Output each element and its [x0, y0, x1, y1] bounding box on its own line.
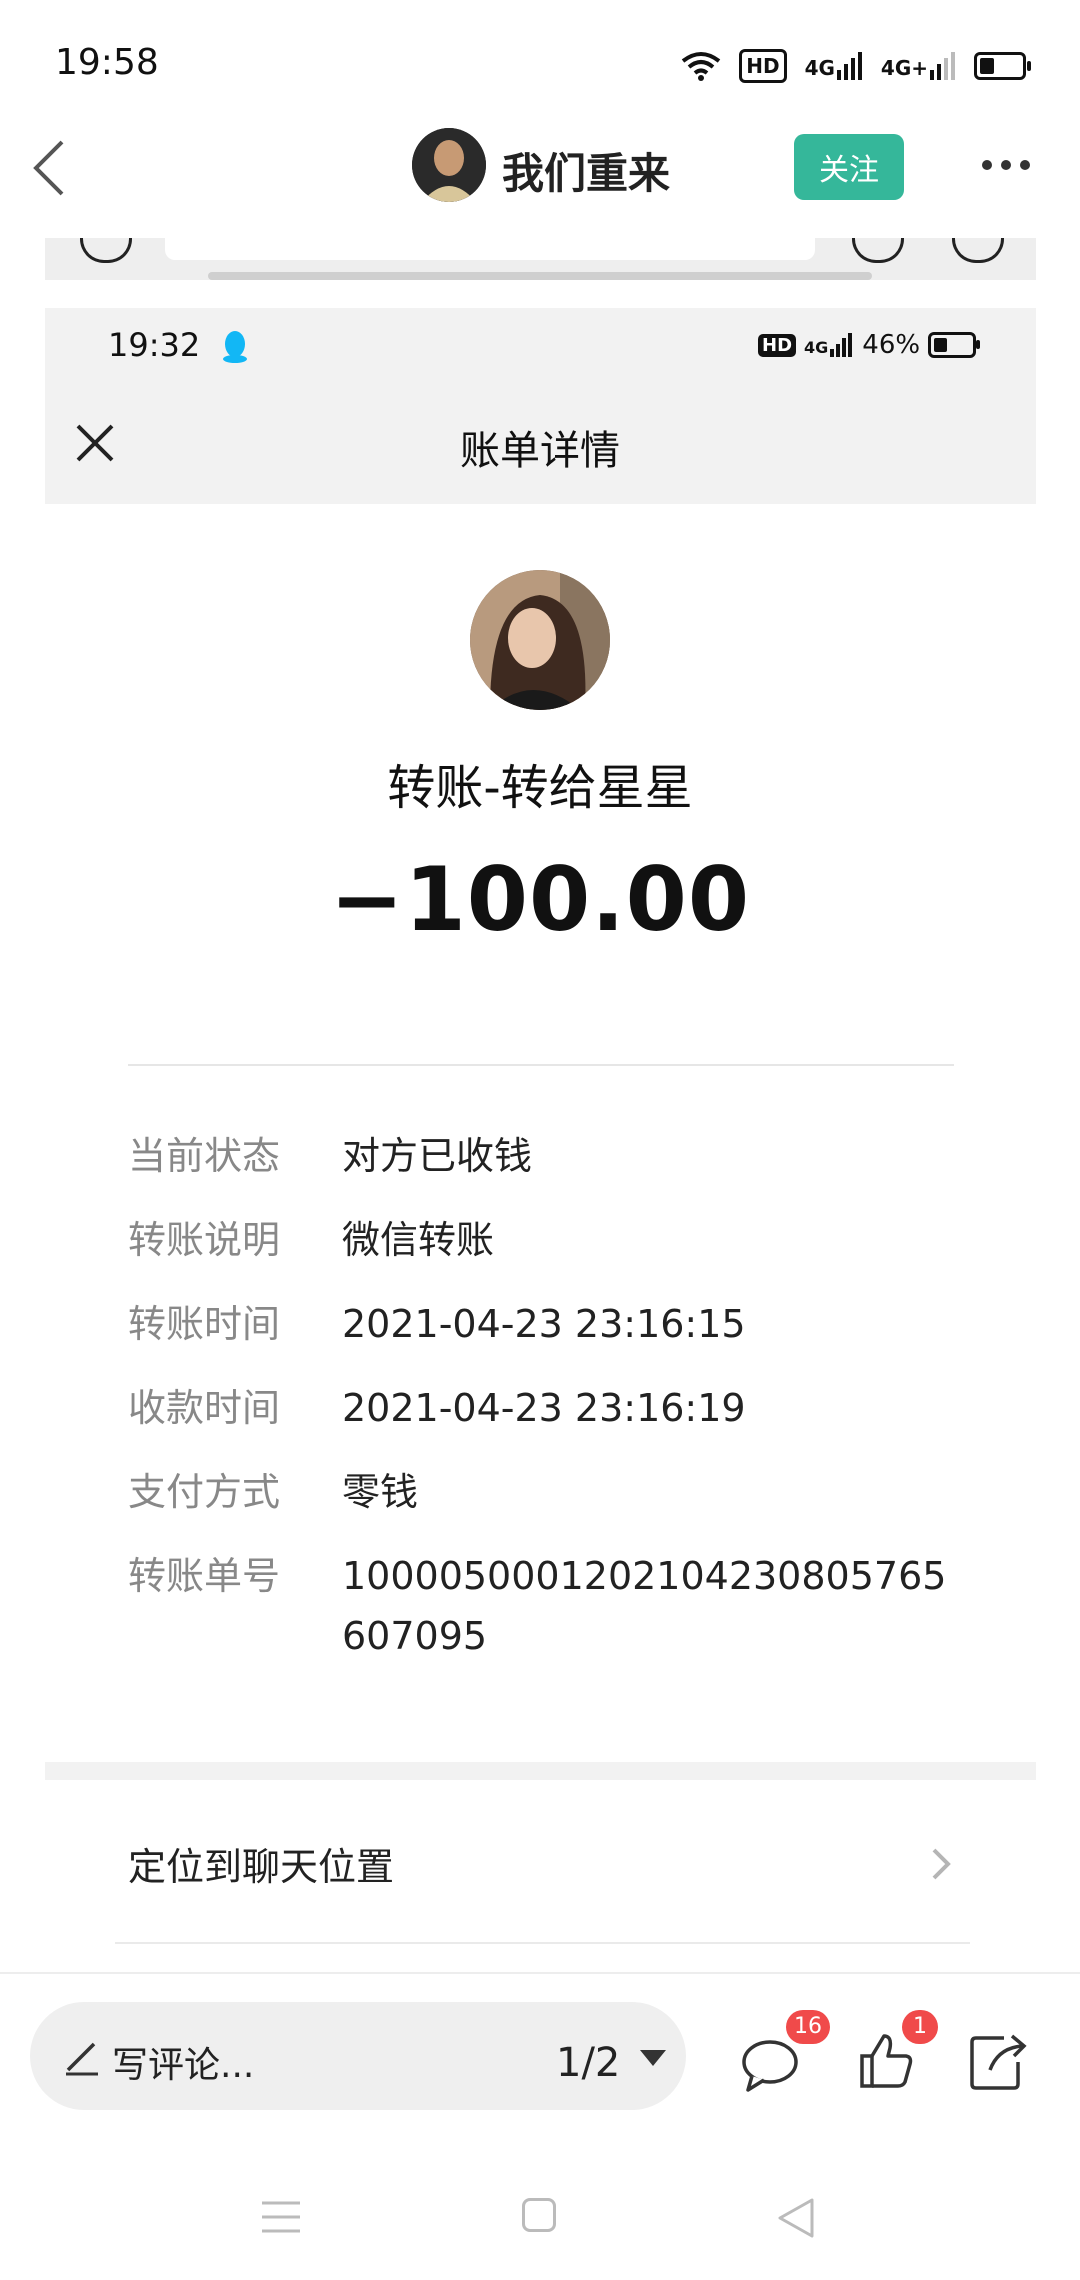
inner-battery-icon	[928, 332, 981, 358]
detail-value: 1000050001202104230805765607095	[342, 1554, 947, 1658]
detail-value: 2021-04-23 23:16:19	[342, 1386, 746, 1430]
inner-hd-icon: HD	[758, 333, 797, 357]
inner-network-type: 4G	[804, 338, 829, 357]
detail-label: 当前状态	[128, 1134, 281, 1178]
chevron-right-icon	[932, 1848, 951, 1880]
battery-icon	[974, 52, 1031, 80]
status-icons: HD 4G 4G+	[681, 46, 1031, 86]
more-options-icon[interactable]	[982, 150, 1040, 180]
network-type-1: 4G	[804, 56, 835, 80]
detail-value: 2021-04-23 23:16:15	[342, 1302, 746, 1346]
signal-1-icon: 4G	[805, 52, 863, 80]
author-avatar[interactable]	[412, 128, 486, 202]
network-type-2: 4G+	[880, 56, 928, 80]
like-count-badge: 1	[902, 2010, 938, 2044]
status-time: 19:58	[55, 42, 159, 83]
detail-row-transaction-id: 转账单号 1000050001202104230805765607095	[128, 1546, 968, 1666]
detail-label: 转账时间	[128, 1302, 281, 1346]
inner-battery-percent: 46%	[862, 330, 921, 360]
payee-avatar	[470, 570, 610, 710]
qq-penguin-icon	[223, 331, 247, 363]
follow-button[interactable]: 关注	[794, 134, 904, 200]
detail-label: 转账说明	[128, 1218, 281, 1262]
detail-label: 收款时间	[128, 1386, 281, 1430]
share-icon[interactable]	[968, 2032, 1028, 2092]
detail-row-transfer-time: 转账时间 2021-04-23 23:16:15	[128, 1294, 968, 1354]
home-nav-icon[interactable]	[522, 2198, 556, 2232]
page-indicator[interactable]: 1/2	[556, 2040, 620, 2086]
detail-row-note: 转账说明 微信转账	[128, 1210, 968, 1270]
back-arrow-icon[interactable]	[28, 138, 76, 198]
pen-icon	[66, 2042, 98, 2076]
detail-label: 支付方式	[128, 1470, 281, 1514]
comment-placeholder[interactable]: 写评论...	[112, 2036, 254, 2088]
section-gap	[45, 1762, 1036, 1780]
detail-value: 对方已收钱	[342, 1134, 533, 1178]
divider	[128, 1064, 954, 1066]
signal-2-icon: 4G+	[881, 52, 956, 80]
transfer-amount: −100.00	[329, 848, 751, 951]
bottom-divider	[0, 1972, 1080, 1974]
detail-row-payment-method: 支付方式 零钱	[128, 1462, 968, 1522]
bill-detail-title: 账单详情	[460, 428, 620, 474]
locate-chat-label[interactable]: 定位到聊天位置	[128, 1836, 394, 1891]
divider	[115, 1942, 970, 1944]
inner-status-time: 19:32	[108, 326, 201, 364]
detail-value: 微信转账	[342, 1218, 495, 1262]
scroll-indicator	[208, 272, 872, 280]
inner-signal-icon: 4G	[804, 333, 854, 357]
inner-status-icons: HD 4G 46%	[758, 330, 981, 360]
wifi-icon	[681, 52, 721, 81]
comment-icon[interactable]	[740, 2034, 800, 2094]
back-nav-icon[interactable]	[776, 2196, 816, 2240]
previous-image-field	[165, 238, 815, 260]
detail-value: 零钱	[342, 1470, 419, 1514]
detail-row-status: 当前状态 对方已收钱	[128, 1126, 968, 1186]
detail-row-receive-time: 收款时间 2021-04-23 23:16:19	[128, 1378, 968, 1438]
caret-down-icon[interactable]	[640, 2050, 666, 2066]
detail-label: 转账单号	[128, 1554, 281, 1598]
payee-name: 转账-转给星星	[387, 760, 693, 816]
author-name[interactable]: 我们重来	[502, 140, 670, 201]
menu-nav-icon[interactable]	[262, 2200, 300, 2234]
comment-count-badge: 16	[786, 2010, 830, 2044]
hd-icon: HD	[739, 49, 787, 83]
